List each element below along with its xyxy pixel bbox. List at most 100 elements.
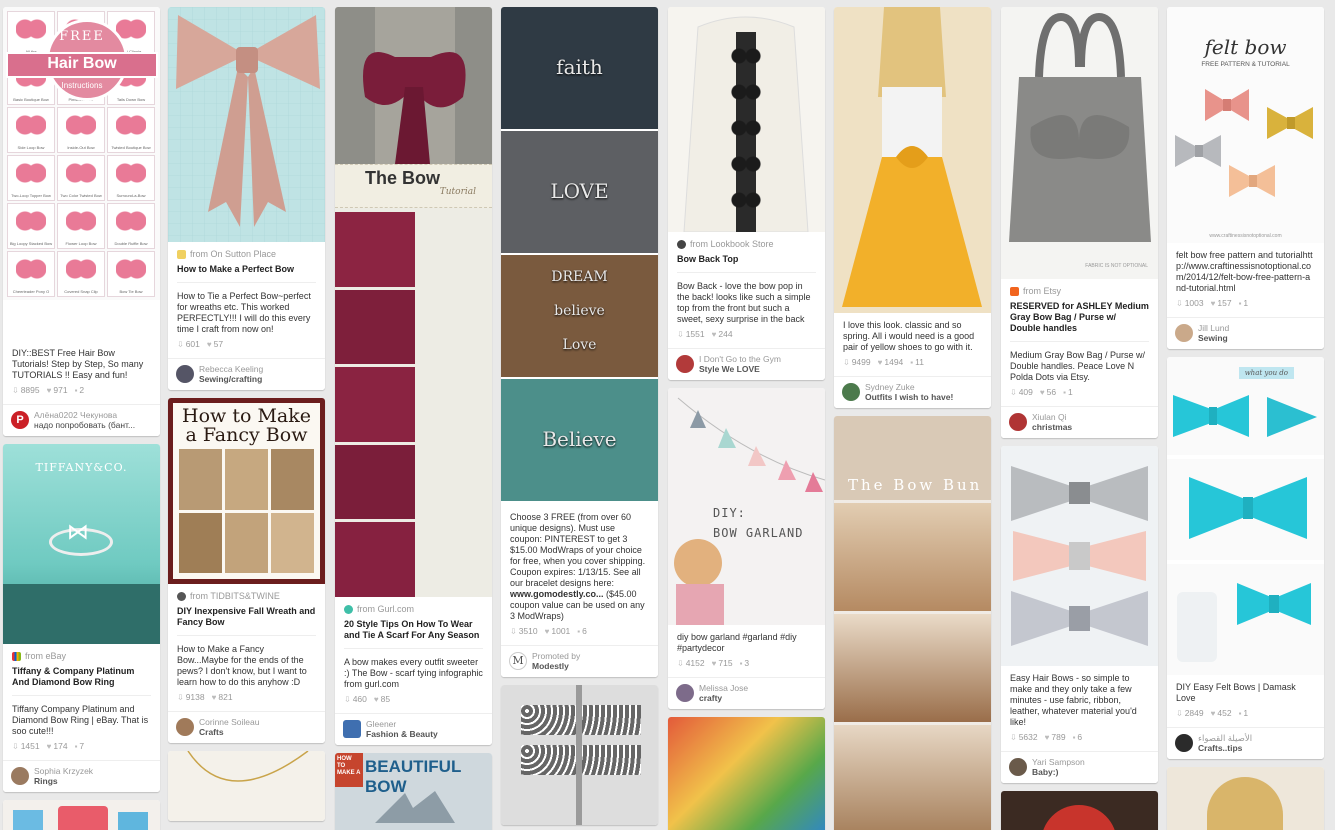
pin-bow-garland[interactable]: DIY: BOW GARLAND diy bow garland #garlan… bbox=[668, 388, 825, 709]
pin-easy-felt-bow[interactable]: what you do DIY Easy Felt Bows | Damask … bbox=[1167, 357, 1324, 759]
avatar bbox=[1175, 324, 1193, 342]
pinner-board[interactable]: Crafts bbox=[199, 727, 259, 737]
pinner-board[interactable]: Rings bbox=[34, 776, 93, 786]
pin-image[interactable]: TIFFANY&CO. ⋈ bbox=[3, 444, 160, 644]
pin-image[interactable]: felt bow FREE PATTERN & TUTORIAL www.cra… bbox=[1167, 7, 1324, 243]
pin-image[interactable]: All theFunky Loops BowMini ClippieBasic … bbox=[3, 7, 160, 300]
pinner-board[interactable]: Crafts..tips bbox=[1198, 743, 1252, 753]
pin-source[interactable]: from Gurl.com bbox=[344, 604, 483, 614]
pin-title[interactable]: DIY Inexpensive Fall Wreath and Fancy Bo… bbox=[177, 606, 316, 628]
pin-source[interactable]: from TIDBITS&TWINE bbox=[177, 591, 316, 601]
pinner-info[interactable]: Yari Sampson Baby:) bbox=[1001, 751, 1158, 783]
pin-title[interactable]: 20 Style Tips On How To Wear and Tie A S… bbox=[344, 619, 483, 641]
pin-image[interactable]: what you do bbox=[1167, 357, 1324, 675]
pinner-name[interactable]: Corinne Soileau bbox=[199, 717, 259, 727]
pinner-name[interactable]: Melissa Jose bbox=[699, 683, 748, 693]
pin-beautiful-bow[interactable]: HOW TO MAKE A BEAUTIFUL BOW bbox=[335, 753, 492, 830]
pinner-name[interactable]: Алёна0202 Чекунова bbox=[34, 410, 135, 420]
pinner-board[interactable]: Fashion & Beauty bbox=[366, 729, 438, 739]
pinner-name[interactable]: Sydney Zuke bbox=[865, 382, 953, 392]
pin-gift-wrap[interactable] bbox=[3, 800, 160, 830]
pin-bracelets[interactable]: faith LOVE DREAM believe Love Believe Choose … bbox=[501, 7, 658, 677]
pin-link[interactable]: www.gomodestly.co... bbox=[510, 589, 604, 599]
pin-necklace[interactable] bbox=[168, 751, 325, 821]
pinner-board[interactable]: надо попробовать (бант... bbox=[34, 420, 135, 430]
pinner-name[interactable]: Gleener bbox=[366, 719, 438, 729]
bow-tutorial-label: Cheerleader Pony O bbox=[12, 289, 50, 294]
pinner-info[interactable]: P Алёна0202 Чекунова надо попробовать (б… bbox=[3, 404, 160, 436]
pinner-info[interactable]: Melissa Jose crafty bbox=[668, 677, 825, 709]
pin-yellow-skirt[interactable]: I love this look. classic and so spring.… bbox=[834, 7, 991, 408]
pinner-name[interactable]: I Don't Go to the Gym bbox=[699, 354, 781, 364]
pin-image[interactable]: DIY: BOW GARLAND bbox=[668, 388, 825, 625]
modestly-logo-icon: M bbox=[509, 652, 527, 670]
pin-source[interactable]: from eBay bbox=[12, 651, 151, 661]
pin-image[interactable]: The Bow Tutorial bbox=[335, 7, 492, 597]
pin-hair-bows[interactable]: Easy Hair Bows - so simple to make and t… bbox=[1001, 446, 1158, 783]
pin-scarf-bow[interactable]: The Bow Tutorial from Gurl.com 20 Style … bbox=[335, 7, 492, 745]
pin-fancy-bow[interactable]: How to Make a Fancy Bow from TIDBITS&TWI… bbox=[168, 398, 325, 743]
pin-column-7: FABRIC IS NOT OPTIONAL from Etsy RESERVE… bbox=[1001, 7, 1158, 830]
pinner-name[interactable]: Rebecca Keeling bbox=[199, 364, 263, 374]
pin-image[interactable] bbox=[501, 685, 658, 825]
pin-source[interactable]: from On Sutton Place bbox=[177, 249, 316, 259]
promoted-name[interactable]: Modestly bbox=[532, 661, 580, 671]
pin-title[interactable]: Bow Back Top bbox=[677, 254, 816, 265]
pinner-info[interactable]: Sophia Krzyzek Rings bbox=[3, 760, 160, 792]
pin-free-hair-bow[interactable]: All theFunky Loops BowMini ClippieBasic … bbox=[3, 7, 160, 436]
pinner-name[interactable]: Xiulan Qi bbox=[1032, 412, 1072, 422]
pinner-board[interactable]: Sewing bbox=[1198, 333, 1229, 343]
pin-image[interactable] bbox=[168, 7, 325, 242]
pin-title[interactable]: How to Make a Perfect Bow bbox=[177, 264, 316, 275]
pin-tiffany[interactable]: TIFFANY&CO. ⋈ from eBay Tiffany & Compan… bbox=[3, 444, 160, 792]
pinner-name[interactable]: Yari Sampson bbox=[1032, 757, 1085, 767]
pin-image[interactable] bbox=[668, 717, 825, 830]
pinner-board[interactable]: christmas bbox=[1032, 422, 1072, 432]
pinner-board[interactable]: Baby:) bbox=[1032, 767, 1085, 777]
pin-image[interactable] bbox=[3, 800, 160, 830]
pin-image[interactable]: The Bow Bun bbox=[834, 416, 991, 830]
promoted-info[interactable]: M Promoted by Modestly bbox=[501, 645, 658, 677]
pin-bow-bun[interactable]: The Bow Bun bbox=[834, 416, 991, 830]
pinner-info[interactable]: الأصيلة القصواء Crafts..tips bbox=[1167, 727, 1324, 759]
pinner-board[interactable]: Outfits I wish to have! bbox=[865, 392, 953, 402]
pin-icon: ⇩ bbox=[510, 626, 517, 636]
pinner-board[interactable]: crafty bbox=[699, 693, 748, 703]
pinner-board[interactable]: Style We LOVE bbox=[699, 364, 781, 374]
pin-gray-bag[interactable]: FABRIC IS NOT OPTIONAL from Etsy RESERVE… bbox=[1001, 7, 1158, 438]
pin-perfect-bow[interactable]: from On Sutton Place How to Make a Perfe… bbox=[168, 7, 325, 390]
pinner-info[interactable]: I Don't Go to the Gym Style We LOVE bbox=[668, 348, 825, 380]
pin-image[interactable] bbox=[668, 7, 825, 232]
pin-hair-back[interactable] bbox=[1167, 767, 1324, 830]
pin-image[interactable] bbox=[834, 7, 991, 313]
pin-image[interactable]: faith LOVE DREAM believe Love Believe bbox=[501, 7, 658, 505]
pinner-info[interactable]: Jill Lund Sewing bbox=[1167, 317, 1324, 349]
pin-image[interactable] bbox=[1001, 446, 1158, 666]
pinner-info[interactable]: Sydney Zuke Outfits I wish to have! bbox=[834, 376, 991, 408]
pin-image[interactable] bbox=[168, 751, 325, 821]
pinner-name[interactable]: Sophia Krzyzek bbox=[34, 766, 93, 776]
pin-image[interactable] bbox=[1001, 791, 1158, 830]
pinner-info[interactable]: Corinne Soileau Crafts bbox=[168, 711, 325, 743]
pin-title[interactable]: RESERVED for ASHLEY Medium Gray Bow Bag … bbox=[1010, 301, 1149, 334]
pin-image[interactable]: HOW TO MAKE A BEAUTIFUL BOW bbox=[335, 753, 492, 830]
pin-image[interactable]: FABRIC IS NOT OPTIONAL bbox=[1001, 7, 1158, 279]
pinner-info[interactable]: Gleener Fashion & Beauty bbox=[335, 713, 492, 745]
pinner-info[interactable]: Rebecca Keeling Sewing/crafting bbox=[168, 358, 325, 390]
pinner-name[interactable]: Jill Lund bbox=[1198, 323, 1229, 333]
pin-source[interactable]: from Lookbook Store bbox=[677, 239, 816, 249]
pin-ribbon[interactable] bbox=[501, 685, 658, 825]
pin-source[interactable]: from Etsy bbox=[1010, 286, 1149, 296]
pin-image[interactable] bbox=[1167, 767, 1324, 830]
pin-image[interactable]: How to Make a Fancy Bow bbox=[168, 398, 325, 584]
pin-title[interactable]: Tiffany & Company Platinum And Diamond B… bbox=[12, 666, 151, 688]
pin-felt-bow[interactable]: felt bow FREE PATTERN & TUTORIAL www.cra… bbox=[1167, 7, 1324, 349]
pinner-name[interactable]: الأصيلة القصواء bbox=[1198, 733, 1252, 743]
pinner-board[interactable]: Sewing/crafting bbox=[199, 374, 263, 384]
pinner-info[interactable]: Xiulan Qi christmas bbox=[1001, 406, 1158, 438]
bow-icon bbox=[66, 208, 96, 234]
pin-door-wreath[interactable] bbox=[1001, 791, 1158, 830]
pin-party[interactable] bbox=[668, 717, 825, 830]
pin-bow-back[interactable]: from Lookbook Store Bow Back Top Bow Bac… bbox=[668, 7, 825, 380]
pin-stats: ⇩ 9138 ♥ 821 bbox=[177, 692, 233, 702]
